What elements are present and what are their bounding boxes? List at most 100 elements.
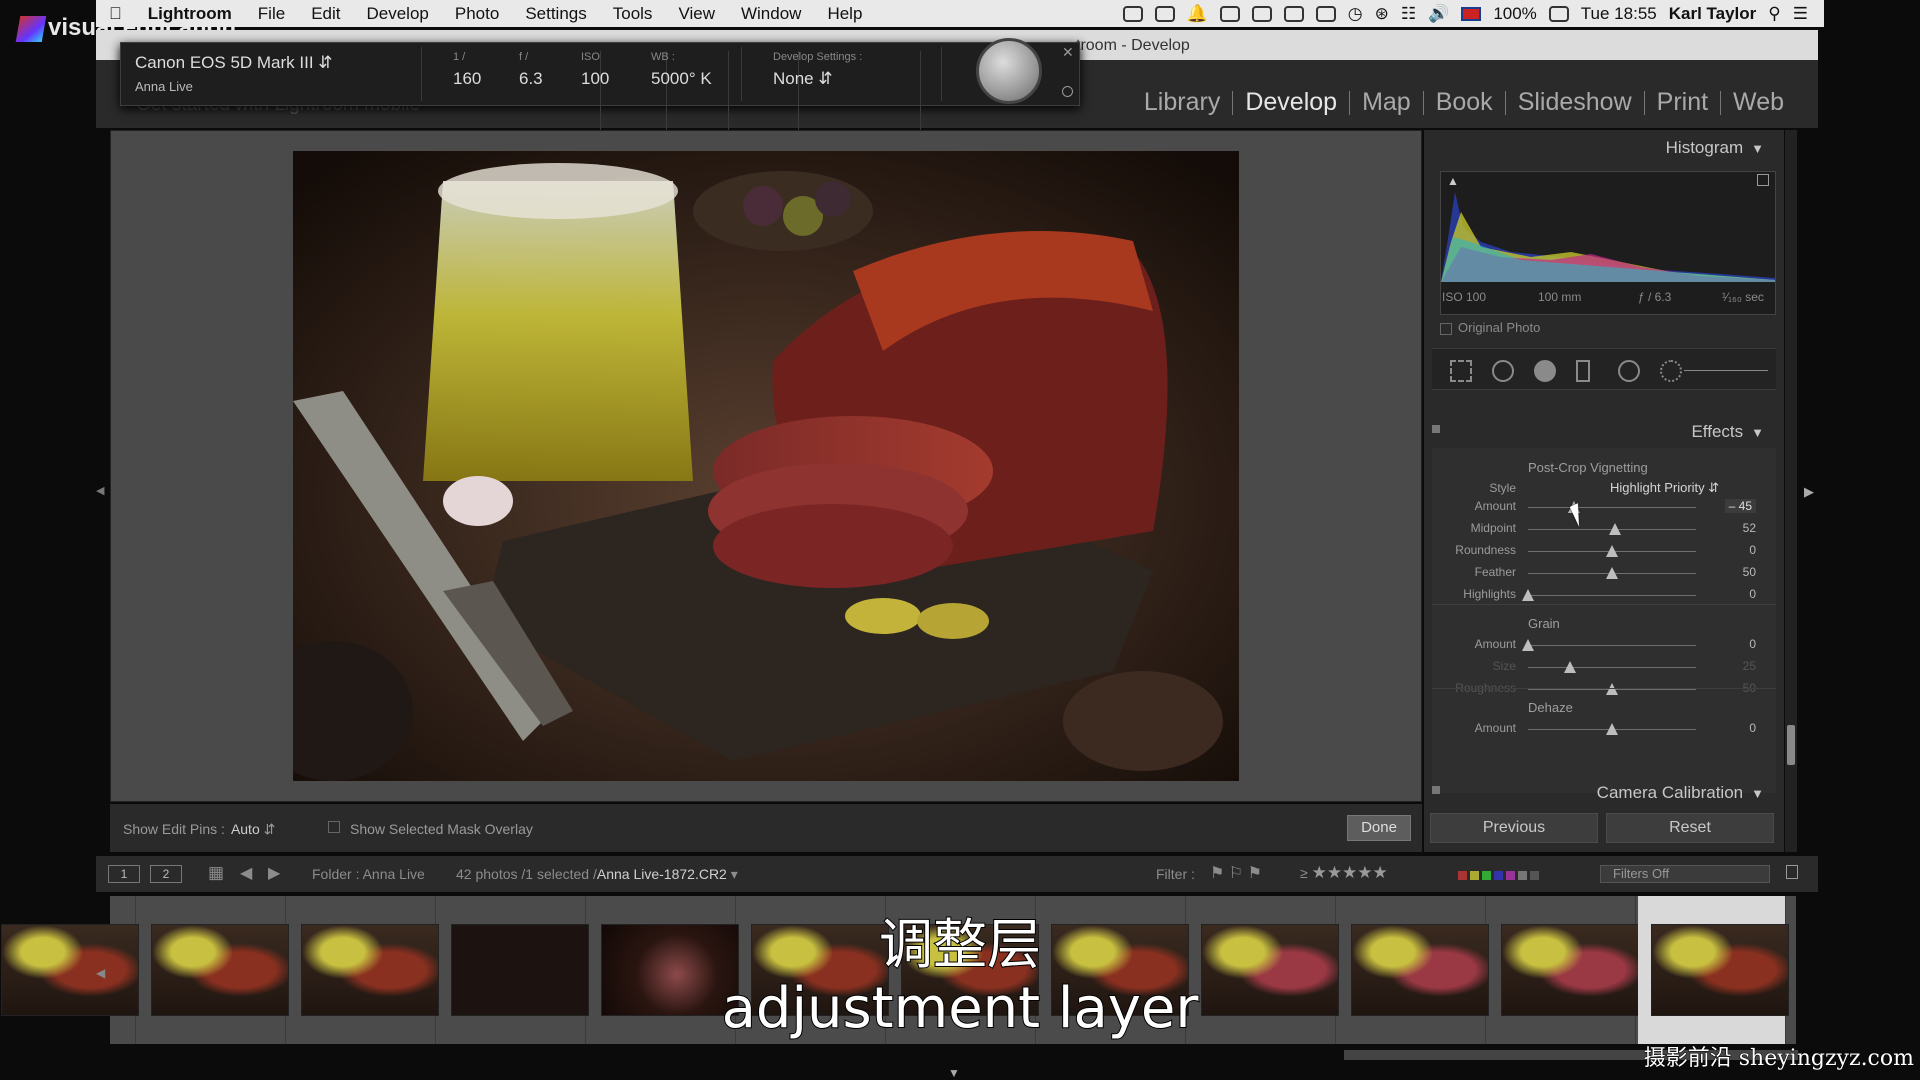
shield-icon[interactable] — [1283, 5, 1304, 22]
module-web[interactable]: Web — [1721, 88, 1796, 117]
module-library[interactable]: Library — [1132, 88, 1232, 117]
menu-edit[interactable]: Edit — [298, 4, 353, 24]
menu-window[interactable]: Window — [728, 4, 814, 24]
color-label-filter[interactable] — [1458, 867, 1539, 883]
left-panel-toggle-icon[interactable]: ◀ — [96, 484, 104, 497]
module-print[interactable]: Print — [1645, 88, 1720, 117]
panel-switch-icon[interactable] — [1432, 786, 1440, 794]
mask-overlay-checkbox[interactable] — [328, 821, 340, 833]
filter-preset-select[interactable]: Filters Off — [1600, 865, 1770, 883]
settings-dot-icon[interactable] — [1062, 86, 1073, 97]
effects-header[interactable]: Effects ▼ — [1691, 422, 1764, 442]
camera-name[interactable]: Canon EOS 5D Mark III ⇵ — [135, 53, 333, 73]
filter-lock-icon[interactable] — [1786, 865, 1798, 879]
capture-button[interactable] — [976, 38, 1042, 104]
menu-develop[interactable]: Develop — [354, 4, 442, 24]
slider-thumb[interactable] — [1564, 661, 1576, 673]
close-icon[interactable]: ✕ — [1062, 44, 1074, 61]
reset-button[interactable]: Reset — [1606, 813, 1774, 843]
slider-value[interactable]: 0 — [1749, 637, 1756, 651]
bluetooth-icon[interactable]: ⊛ — [1375, 4, 1389, 24]
slider-track[interactable] — [1528, 667, 1696, 668]
second-window-button[interactable]: 2 — [150, 865, 182, 883]
slider-thumb[interactable] — [1606, 545, 1618, 557]
slider-track[interactable] — [1528, 595, 1696, 596]
uk-flag-icon[interactable] — [1461, 6, 1482, 21]
airplay-icon[interactable] — [1315, 5, 1336, 22]
menu-view[interactable]: View — [665, 4, 728, 24]
done-button[interactable]: Done — [1347, 815, 1411, 841]
rating-filter[interactable]: ≥ ★★★★★ — [1300, 863, 1388, 883]
filename[interactable]: Anna Live-1872.CR2 — [597, 866, 727, 882]
collapse-triangle-icon[interactable]: ▼ — [1751, 141, 1764, 156]
user-name[interactable]: Karl Taylor — [1669, 4, 1757, 24]
volume-icon[interactable]: 🔊 — [1428, 4, 1449, 24]
menu-tools[interactable]: Tools — [600, 4, 666, 24]
slider-thumb[interactable] — [1522, 589, 1534, 601]
slider-thumb[interactable] — [1606, 567, 1618, 579]
panel-switch-icon[interactable] — [1432, 425, 1440, 433]
module-map[interactable]: Map — [1350, 88, 1423, 117]
notification-bell-icon[interactable]: 🔔 — [1187, 4, 1208, 24]
menu-settings[interactable]: Settings — [512, 4, 599, 24]
clock[interactable]: Tue 18:55 — [1581, 4, 1657, 24]
brush-size-slider[interactable] — [1684, 370, 1768, 371]
airdrop-icon[interactable] — [1251, 5, 1272, 22]
slider-value[interactable]: 0 — [1749, 721, 1756, 735]
mask-overlay-label[interactable]: Show Selected Mask Overlay — [350, 821, 533, 837]
graduated-filter-icon[interactable] — [1576, 360, 1590, 382]
forward-arrow-icon[interactable]: ▶ — [268, 863, 280, 883]
original-photo-checkbox[interactable] — [1440, 322, 1452, 335]
time-machine-icon[interactable]: ◷ — [1348, 4, 1363, 24]
notification-center-icon[interactable]: ☰ — [1793, 4, 1808, 24]
collapse-triangle-icon[interactable]: ▼ — [1751, 786, 1764, 801]
slider-value[interactable]: 52 — [1743, 521, 1756, 535]
menu-file[interactable]: File — [245, 4, 298, 24]
crop-tool-icon[interactable] — [1450, 360, 1472, 382]
highlight-clip-icon[interactable] — [1757, 174, 1769, 186]
grid-view-icon[interactable]: ▦ — [208, 863, 224, 883]
right-panel-toggle-icon[interactable]: ▶ — [1804, 484, 1814, 500]
show-edit-pins[interactable]: Show Edit Pins : Auto ⇵ — [123, 821, 275, 838]
slider-track[interactable] — [1528, 645, 1696, 646]
slider-track[interactable] — [1528, 507, 1696, 508]
slider-thumb[interactable] — [1606, 683, 1618, 695]
main-photo[interactable] — [293, 151, 1239, 781]
back-arrow-icon[interactable]: ◀ — [240, 863, 252, 883]
edit-pins-select[interactable]: Auto — [231, 821, 260, 837]
radial-filter-icon[interactable] — [1618, 360, 1640, 382]
original-photo-toggle[interactable]: Original Photo — [1440, 320, 1540, 335]
scrollbar-thumb[interactable] — [1787, 725, 1795, 765]
slider-value[interactable]: 50 — [1743, 565, 1756, 579]
display-icon[interactable] — [1219, 5, 1240, 22]
slider-thumb[interactable] — [1606, 723, 1618, 735]
creative-cloud-icon[interactable] — [1154, 5, 1175, 22]
module-develop[interactable]: Develop — [1233, 88, 1349, 117]
filmstrip-toggle-icon[interactable]: ▼ — [948, 1066, 960, 1080]
folder-label[interactable]: Folder : Anna Live — [312, 866, 425, 882]
slider-thumb[interactable] — [1609, 523, 1622, 535]
module-book[interactable]: Book — [1424, 88, 1505, 117]
shadow-clip-icon[interactable]: ▲ — [1447, 174, 1459, 188]
main-window-button[interactable]: 1 — [108, 865, 140, 883]
camera-calibration-header[interactable]: Camera Calibration ▼ — [1597, 783, 1764, 803]
develop-settings-select[interactable]: None ⇵ — [773, 69, 920, 89]
menu-help[interactable]: Help — [814, 4, 875, 24]
histogram-header[interactable]: Histogram ▼ — [1666, 138, 1764, 158]
spot-removal-tool-icon[interactable] — [1492, 360, 1514, 382]
spotlight-search-icon[interactable]: ⚲ — [1768, 4, 1780, 24]
previous-button[interactable]: Previous — [1430, 813, 1598, 843]
flag-filter-icons[interactable]: ⚑ ⚐ ⚑ — [1210, 863, 1262, 883]
slider-thumb[interactable] — [1522, 639, 1534, 651]
adjustment-brush-icon[interactable] — [1660, 360, 1682, 382]
slider-value[interactable]: – 45 — [1724, 499, 1756, 513]
menu-photo[interactable]: Photo — [442, 4, 512, 24]
photo-count[interactable]: 42 photos /1 selected /Anna Live-1872.CR… — [456, 866, 738, 883]
collapse-triangle-icon[interactable]: ▼ — [1751, 425, 1764, 440]
module-slideshow[interactable]: Slideshow — [1506, 88, 1644, 117]
menu-app[interactable]: Lightroom — [135, 4, 245, 24]
slider-value[interactable]: 25 — [1743, 659, 1756, 673]
apple-icon[interactable]:  — [96, 4, 135, 24]
status-icon[interactable] — [1122, 5, 1143, 22]
wifi-icon[interactable]: ☷ — [1401, 4, 1416, 24]
